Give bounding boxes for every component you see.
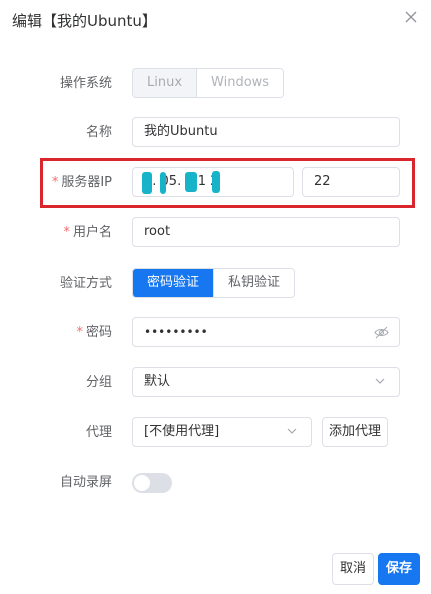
dialog-title: 编辑【我的Ubuntu】 xyxy=(12,12,157,30)
os-selector: Linux Windows xyxy=(132,68,285,98)
cancel-button[interactable]: 取消 xyxy=(332,553,374,585)
auth-option-password[interactable]: 密码验证 xyxy=(133,269,214,297)
required-mark: * xyxy=(76,325,83,340)
auth-option-private-key[interactable]: 私钥验证 xyxy=(213,269,295,297)
auto-record-label: 自动录屏 xyxy=(59,475,112,490)
auth-row: 验证方式 密码验证 私钥验证 xyxy=(0,268,431,300)
auto-record-toggle[interactable] xyxy=(132,473,172,493)
auth-selector: 密码验证 私钥验证 xyxy=(132,268,296,298)
proxy-select[interactable]: [不使用代理] xyxy=(132,417,312,447)
required-mark: * xyxy=(63,225,70,240)
auto-record-row: 自动录屏 xyxy=(0,473,431,493)
save-button[interactable]: 保存 xyxy=(378,553,420,585)
os-option-windows[interactable]: Windows xyxy=(196,69,284,97)
group-row: 分组 默认 xyxy=(0,367,431,399)
group-select[interactable]: 默认 xyxy=(132,367,400,397)
eye-off-icon[interactable] xyxy=(374,326,389,339)
username-input[interactable]: root xyxy=(132,217,400,247)
highlight-box xyxy=(40,158,415,208)
edit-dialog: 编辑【我的Ubuntu】 操作系统 Linux Windows 名称 我的Ubu… xyxy=(0,0,431,594)
os-option-linux[interactable]: Linux xyxy=(133,69,197,97)
name-row: 名称 我的Ubuntu xyxy=(0,117,431,149)
username-row: * 用户名 root xyxy=(0,217,431,249)
chevron-down-icon xyxy=(375,378,385,384)
password-input[interactable]: ••••••••• xyxy=(132,317,400,347)
os-label: 操作系统 xyxy=(59,76,112,91)
group-label: 分组 xyxy=(85,375,112,390)
toggle-knob xyxy=(134,475,150,491)
name-input[interactable]: 我的Ubuntu xyxy=(132,117,400,147)
password-row: * 密码 ••••••••• xyxy=(0,317,431,349)
os-row: 操作系统 Linux Windows xyxy=(0,68,431,100)
auth-label: 验证方式 xyxy=(59,276,112,291)
username-label: * 用户名 xyxy=(63,225,112,240)
proxy-row: 代理 [不使用代理] 添加代理 xyxy=(0,417,431,449)
password-label: * 密码 xyxy=(76,325,112,340)
name-label: 名称 xyxy=(85,125,112,140)
proxy-label: 代理 xyxy=(85,425,112,440)
chevron-down-icon xyxy=(287,428,297,434)
add-proxy-button[interactable]: 添加代理 xyxy=(322,417,388,447)
close-icon[interactable] xyxy=(404,10,418,24)
